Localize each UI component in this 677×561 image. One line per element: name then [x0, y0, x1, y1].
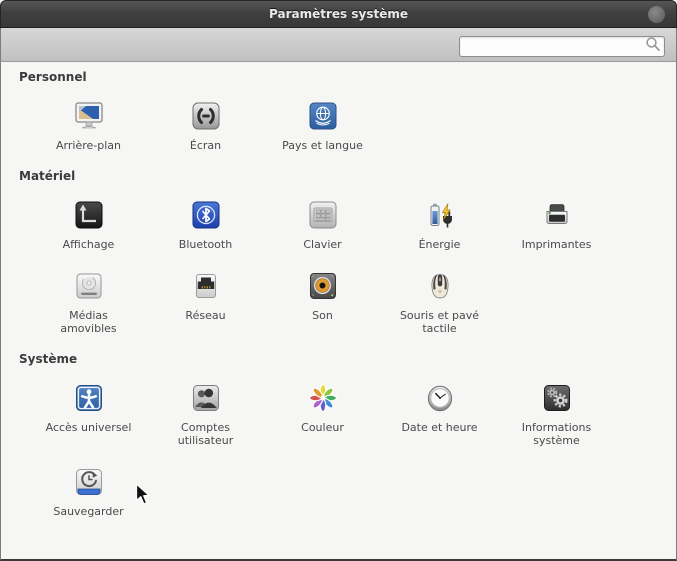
settings-item-affichage[interactable]: Affichage — [30, 197, 147, 251]
settings-panel: Personnel Arrière-plan — [0, 62, 677, 561]
section-personnel: Personnel Arrière-plan — [1, 70, 676, 152]
settings-item-reseau[interactable]: Réseau — [147, 268, 264, 335]
item-label: Couleur — [301, 421, 344, 434]
settings-item-sauvegarder[interactable]: Sauvegarder — [30, 464, 147, 518]
search-box — [459, 34, 665, 55]
system-info-icon — [539, 380, 575, 416]
section-title: Matériel — [19, 169, 676, 184]
display-icon — [71, 197, 107, 233]
item-label: Imprimantes — [522, 238, 592, 251]
bluetooth-icon — [188, 197, 224, 233]
power-icon — [422, 197, 458, 233]
settings-item-pays-et-langue[interactable]: Pays et langue — [264, 98, 381, 152]
settings-item-souris-et-pave-tactile[interactable]: Souris et pavé tactile — [381, 268, 498, 335]
item-label: Sauvegarder — [53, 505, 123, 518]
screen-brightness-icon — [188, 98, 224, 134]
settings-item-bluetooth[interactable]: Bluetooth — [147, 197, 264, 251]
section-systeme: Système Accès universel — [1, 352, 676, 518]
settings-item-acces-universel[interactable]: Accès universel — [30, 380, 147, 447]
date-time-icon — [422, 380, 458, 416]
network-icon — [188, 268, 224, 304]
removable-media-icon — [71, 268, 107, 304]
settings-item-medias-amovibles[interactable]: Médias amovibles — [30, 268, 147, 335]
settings-item-son[interactable]: Son — [264, 268, 381, 335]
color-icon — [305, 380, 341, 416]
item-label: Son — [312, 309, 333, 322]
section-title: Personnel — [19, 70, 676, 85]
section-materiel: Matériel Affichage Bluet — [1, 169, 676, 335]
printer-icon — [539, 197, 575, 233]
item-label: Arrière-plan — [56, 139, 121, 152]
window-button-icon[interactable] — [648, 6, 665, 23]
item-label: Date et heure — [401, 421, 477, 434]
user-accounts-icon — [188, 380, 224, 416]
window-title: Paramètres système — [1, 1, 676, 29]
toolbar — [0, 28, 677, 62]
region-language-icon — [305, 98, 341, 134]
keyboard-icon — [305, 197, 341, 233]
item-label: Pays et langue — [282, 139, 363, 152]
item-label: Écran — [190, 139, 221, 152]
settings-item-ecran[interactable]: Écran — [147, 98, 264, 152]
item-label: Affichage — [63, 238, 115, 251]
item-label: Informations système — [511, 421, 603, 447]
item-label: Énergie — [419, 238, 461, 251]
settings-item-informations-systeme[interactable]: Informations système — [498, 380, 615, 447]
sound-icon — [305, 268, 341, 304]
backup-icon — [71, 464, 107, 500]
item-label: Accès universel — [46, 421, 132, 434]
search-icon — [645, 36, 661, 52]
settings-item-imprimantes[interactable]: Imprimantes — [498, 197, 615, 251]
system-settings-window: Paramètres système — [0, 0, 677, 561]
item-label: Clavier — [303, 238, 341, 251]
item-label: Bluetooth — [179, 238, 232, 251]
settings-item-date-et-heure[interactable]: Date et heure — [381, 380, 498, 447]
item-label: Réseau — [185, 309, 225, 322]
mouse-touchpad-icon — [422, 268, 458, 304]
settings-item-energie[interactable]: Énergie — [381, 197, 498, 251]
settings-item-couleur[interactable]: Couleur — [264, 380, 381, 447]
settings-item-arriere-plan[interactable]: Arrière-plan — [30, 98, 147, 152]
settings-item-comptes-utilisateur[interactable]: Comptes utilisateur — [147, 380, 264, 447]
item-label: Souris et pavé tactile — [394, 309, 486, 335]
universal-access-icon — [71, 380, 107, 416]
settings-item-clavier[interactable]: Clavier — [264, 197, 381, 251]
search-input[interactable] — [459, 36, 665, 57]
section-title: Système — [19, 352, 676, 367]
item-label: Médias amovibles — [43, 309, 135, 335]
item-label: Comptes utilisateur — [160, 421, 252, 447]
titlebar[interactable]: Paramètres système — [0, 0, 677, 28]
background-icon — [71, 98, 107, 134]
